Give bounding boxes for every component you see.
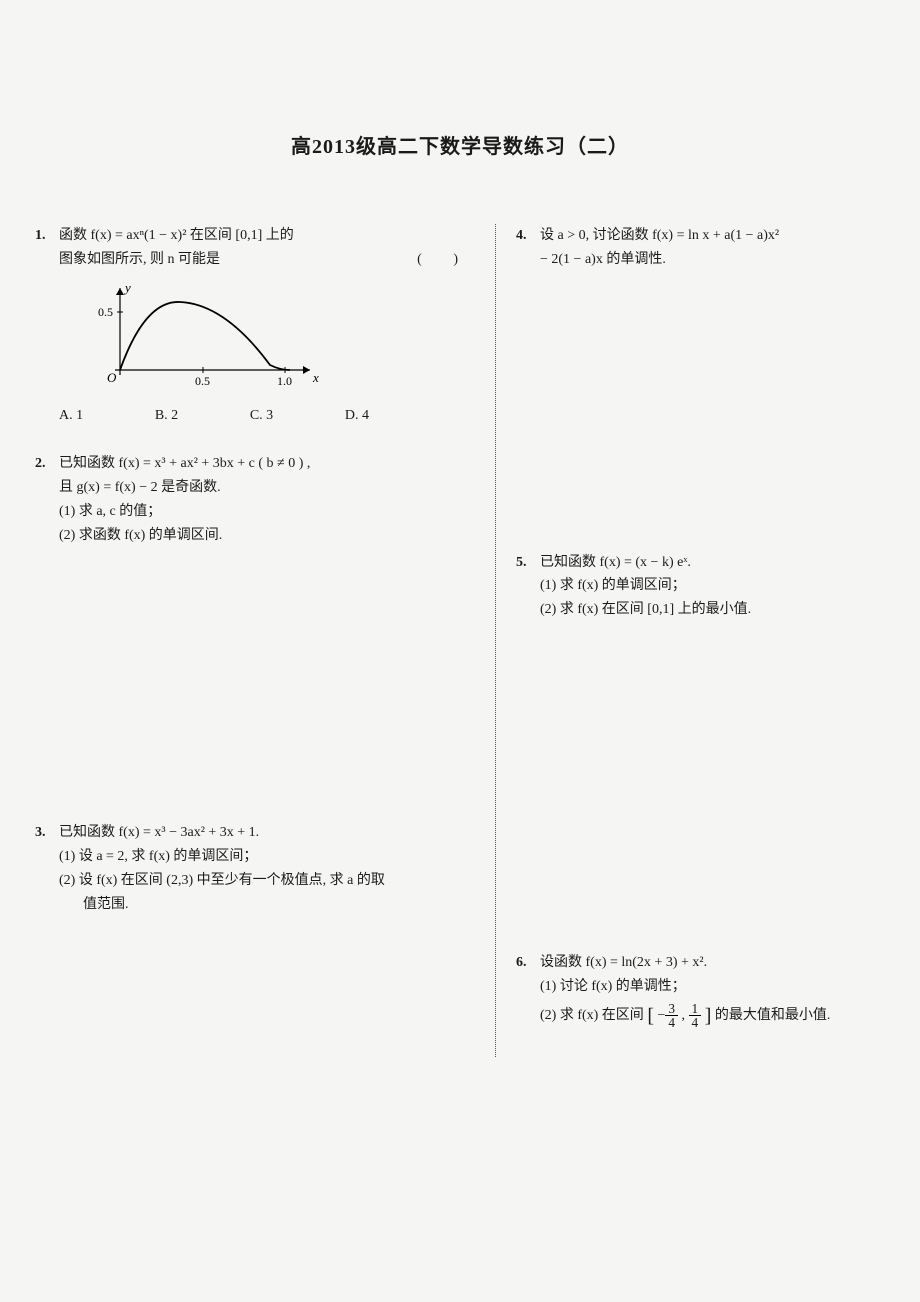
subquestion-2-b: 的最大值和最小值. [715, 1008, 831, 1023]
fraction-1: 34 [665, 1002, 678, 1030]
subquestion-1: (1) 求 f(x) 的单调区间； [540, 578, 686, 593]
problem-number: 2. [35, 452, 46, 476]
x-tick-label: 1.0 [277, 374, 292, 388]
x-tick-label: 0.5 [195, 374, 210, 388]
problem-5: 5. 已知函数 f(x) = (x − k) eˣ. (1) 求 f(x) 的单… [516, 551, 885, 622]
problem-text: 图象如图所示, 则 n 可能是 [59, 252, 220, 267]
problem-6: 6. 设函数 f(x) = ln(2x + 3) + x². (1) 讨论 f(… [516, 951, 885, 1033]
y-tick-label: 0.5 [98, 305, 113, 319]
problem-text-cont: − 2(1 − a)x 的单调性. [540, 252, 666, 267]
subquestion-2: (2) 求函数 f(x) 的单调区间. [59, 528, 222, 543]
problem-text: 设 a > 0, 讨论函数 f(x) = ln x + a(1 − a)x² [540, 228, 779, 243]
problem-number: 6. [516, 951, 527, 975]
subquestion-2: (2) 求 f(x) 在区间 [0,1] 上的最小值. [540, 602, 751, 617]
problem-text: 且 g(x) = f(x) − 2 是奇函数. [59, 480, 221, 495]
problem-text: 函数 f(x) = axⁿ(1 − x)² 在区间 [0,1] 上的 [59, 228, 294, 243]
fraction-2: 14 [689, 1002, 702, 1030]
problem-number: 5. [516, 551, 527, 575]
answer-choices: A. 1 B. 2 C. 3 D. 4 [59, 404, 369, 428]
problem-text: 已知函数 f(x) = (x − k) eˣ. [540, 555, 691, 570]
choice-c: C. 3 [250, 404, 273, 428]
choice-a: A. 1 [59, 404, 83, 428]
interval-bracket: ] [705, 1005, 712, 1027]
problem-1: 1. 函数 f(x) = axⁿ(1 − x)² 在区间 [0,1] 上的 图象… [35, 224, 480, 428]
choice-b: B. 2 [155, 404, 178, 428]
problem-2: 2. 已知函数 f(x) = x³ + ax² + 3bx + c ( b ≠ … [35, 452, 480, 547]
subquestion-1: (1) 讨论 f(x) 的单调性； [540, 979, 686, 994]
origin-label: O [107, 370, 117, 385]
subquestion-2-a: (2) 求 f(x) 在区间 [540, 1008, 644, 1023]
right-column: 4. 设 a > 0, 讨论函数 f(x) = ln x + a(1 − a)x… [495, 224, 885, 1057]
left-column: 1. 函数 f(x) = axⁿ(1 − x)² 在区间 [0,1] 上的 图象… [35, 224, 495, 1057]
y-axis-label: y [123, 280, 131, 295]
problem-number: 4. [516, 224, 527, 248]
problem-3: 3. 已知函数 f(x) = x³ − 3ax² + 3x + 1. (1) 设… [35, 821, 480, 916]
two-column-layout: 1. 函数 f(x) = axⁿ(1 − x)² 在区间 [0,1] 上的 图象… [35, 224, 885, 1057]
problem-4: 4. 设 a > 0, 讨论函数 f(x) = ln x + a(1 − a)x… [516, 224, 885, 272]
page-title: 高2013级高二下数学导数练习（二） [35, 130, 885, 159]
subquestion-1: (1) 求 a, c 的值； [59, 504, 161, 519]
subquestion-2: (2) 设 f(x) 在区间 (2,3) 中至少有一个极值点, 求 a 的取 [59, 873, 385, 888]
answer-blank: ( ) [417, 248, 472, 272]
subquestion-1: (1) 设 a = 2, 求 f(x) 的单调区间； [59, 849, 257, 864]
problem-text: 设函数 f(x) = ln(2x + 3) + x². [540, 955, 707, 970]
problem-number: 1. [35, 224, 46, 248]
function-graph: 0.5 0.5 1.0 x y O [95, 280, 480, 399]
interval-bracket: [ [647, 1005, 654, 1027]
subquestion-2-cont: 值范围. [83, 897, 129, 912]
choice-d: D. 4 [345, 404, 369, 428]
problem-text: 已知函数 f(x) = x³ − 3ax² + 3x + 1. [59, 825, 259, 840]
x-axis-label: x [312, 370, 319, 385]
problem-number: 3. [35, 821, 46, 845]
problem-text: 已知函数 f(x) = x³ + ax² + 3bx + c ( b ≠ 0 )… [59, 456, 310, 471]
